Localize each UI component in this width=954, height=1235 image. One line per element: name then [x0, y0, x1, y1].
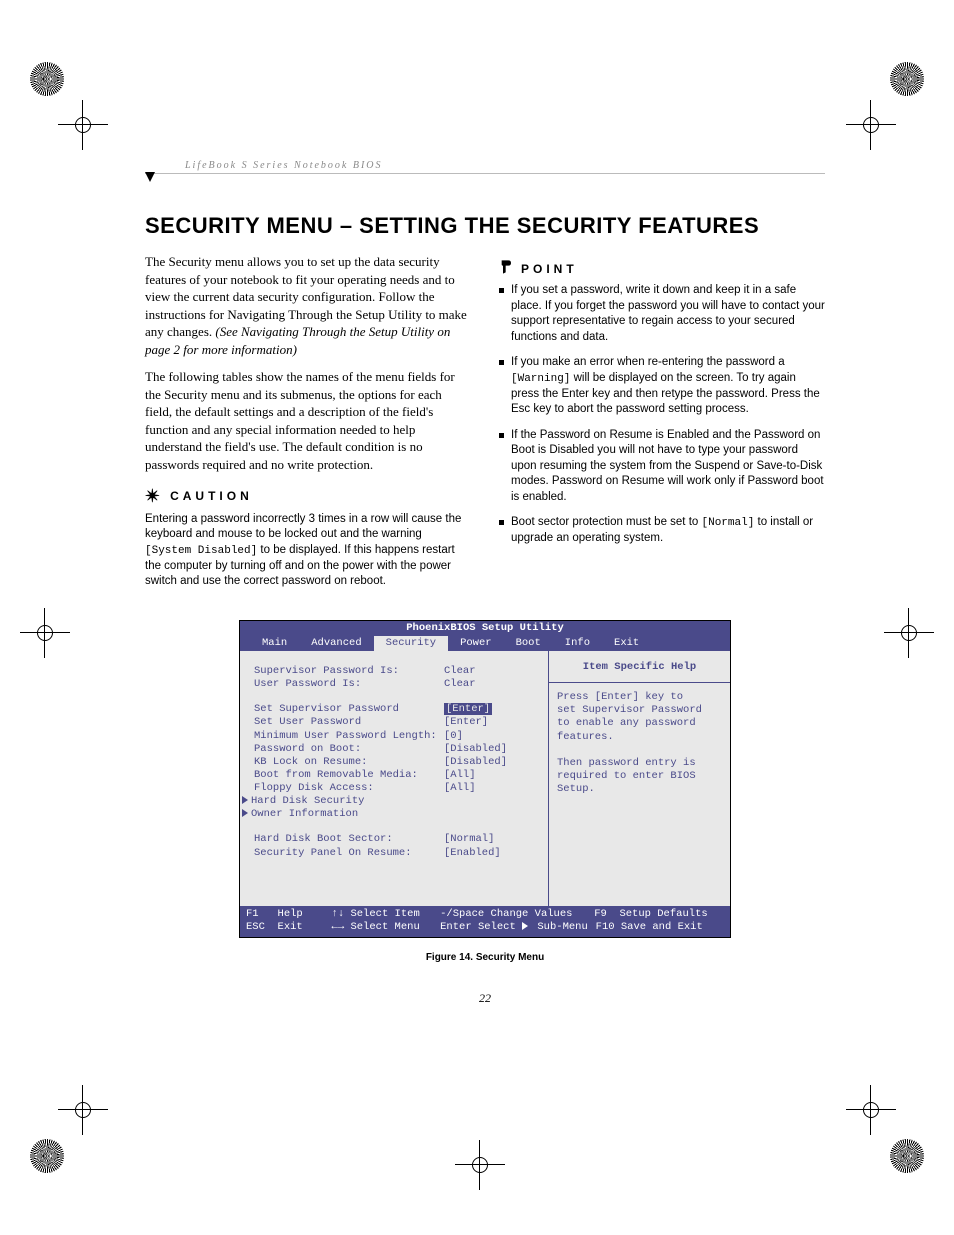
bios-tab-power[interactable]: Power: [448, 636, 504, 651]
figure-caption: Figure 14. Security Menu: [239, 952, 731, 963]
bios-help-body: Press [Enter] key toset Supervisor Passw…: [557, 691, 722, 796]
caution-label: CAUTION: [170, 488, 253, 504]
caution-heading: ✴ CAUTION: [145, 484, 471, 508]
bios-field-row[interactable]: Owner Information: [254, 808, 540, 821]
header-rule: [145, 173, 825, 183]
bios-field-value: [Enter]: [444, 716, 488, 729]
point-item: If the Password on Resume is Enabled and…: [499, 428, 825, 506]
bios-field-row[interactable]: Minimum User Password Length:[0]: [254, 730, 540, 743]
bios-title: PhoenixBIOS Setup Utility: [240, 621, 730, 636]
bios-field-row[interactable]: Password on Boot:[Disabled]: [254, 743, 540, 756]
bios-field-value: [Disabled]: [444, 743, 507, 756]
caution-text-pre: Entering a password incorrectly 3 times …: [145, 513, 461, 541]
bios-field-row[interactable]: Boot from Removable Media:[All]: [254, 769, 540, 782]
bios-field-label: KB Lock on Resume:: [254, 756, 444, 769]
point-heading: POINT: [499, 259, 825, 279]
triangle-right-icon: [522, 922, 528, 930]
bios-field-label: Boot from Removable Media:: [254, 769, 444, 782]
bios-screenshot: PhoenixBIOS Setup Utility Main Advanced …: [239, 620, 731, 939]
caution-code: [System Disabled]: [145, 545, 257, 557]
page-title: SECURITY MENU – SETTING THE SECURITY FEA…: [145, 213, 825, 239]
crop-mark: [884, 608, 934, 658]
bios-field-row[interactable]: User Password Is:Clear: [254, 678, 540, 691]
bios-field-value: [Enabled]: [444, 847, 501, 860]
bios-field-row[interactable]: Hard Disk Boot Sector:[Normal]: [254, 833, 540, 846]
bios-tab-info[interactable]: Info: [553, 636, 602, 651]
bios-field-value: Clear: [444, 665, 476, 678]
bios-field-label: Set User Password: [254, 716, 444, 729]
bios-field-value: [All]: [444, 782, 476, 795]
bios-help-panel: Item Specific Help Press [Enter] key tos…: [549, 651, 730, 906]
bios-field-label: Hard Disk Boot Sector:: [254, 833, 444, 846]
crop-mark: [846, 1085, 896, 1135]
point-item: If you make an error when re-entering th…: [499, 355, 825, 417]
running-header: LifeBook S Series Notebook BIOS: [185, 160, 825, 171]
point-icon: [499, 259, 515, 279]
bios-tab-exit[interactable]: Exit: [602, 636, 651, 651]
bios-field-row[interactable]: Security Panel On Resume:[Enabled]: [254, 847, 540, 860]
bios-field-row[interactable]: Supervisor Password Is:Clear: [254, 665, 540, 678]
print-mark: [890, 62, 924, 96]
bios-fields: Supervisor Password Is:ClearUser Passwor…: [240, 651, 549, 906]
bios-field-row[interactable]: Set Supervisor Password[Enter]: [254, 703, 540, 716]
crop-mark: [455, 1140, 505, 1190]
bios-tab-bar: Main Advanced Security Power Boot Info E…: [240, 636, 730, 651]
page-number: 22: [145, 991, 825, 1006]
triangle-right-icon: [242, 796, 248, 804]
caution-icon: ✴: [145, 484, 164, 508]
bios-field-value: [0]: [444, 730, 463, 743]
bios-footer: F1 Help ↑↓ Select Item -/Space Change Va…: [240, 906, 730, 937]
bios-help-title: Item Specific Help: [557, 661, 722, 674]
bios-tab-advanced[interactable]: Advanced: [299, 636, 373, 651]
print-mark: [30, 62, 64, 96]
bios-field-row[interactable]: KB Lock on Resume:[Disabled]: [254, 756, 540, 769]
bios-field-row[interactable]: Set User Password[Enter]: [254, 716, 540, 729]
bios-field-value: [All]: [444, 769, 476, 782]
point-label: POINT: [521, 261, 578, 277]
print-mark: [30, 1139, 64, 1173]
bios-field-label: Security Panel On Resume:: [254, 847, 444, 860]
bios-field-label: Supervisor Password Is:: [254, 665, 444, 678]
bios-tab-security[interactable]: Security: [374, 636, 448, 651]
print-mark: [890, 1139, 924, 1173]
bios-field-label: Minimum User Password Length:: [254, 730, 444, 743]
crop-mark: [846, 100, 896, 150]
intro-paragraph-2: The following tables show the names of t…: [145, 368, 471, 473]
bios-field-label: Set Supervisor Password: [254, 703, 444, 716]
bios-field-label: Owner Information: [242, 808, 432, 821]
bios-field-value: [Normal]: [444, 833, 494, 846]
bios-tab-main[interactable]: Main: [250, 636, 299, 651]
bios-field-value: [Disabled]: [444, 756, 507, 769]
crop-mark: [20, 608, 70, 658]
bios-key-esc: ESC: [246, 921, 278, 934]
point-item: If you set a password, write it down and…: [499, 283, 825, 345]
crop-mark: [58, 1085, 108, 1135]
bios-key-f1: F1: [246, 908, 278, 921]
caution-body: Entering a password incorrectly 3 times …: [145, 512, 471, 590]
point-item: Boot sector protection must be set to [N…: [499, 515, 825, 546]
bios-field-row[interactable]: Hard Disk Security: [254, 795, 540, 808]
bios-field-value: Clear: [444, 678, 476, 691]
bios-tab-boot[interactable]: Boot: [504, 636, 553, 651]
bios-field-label: Password on Boot:: [254, 743, 444, 756]
point-list: If you set a password, write it down and…: [499, 283, 825, 546]
bios-field-value: [Enter]: [444, 703, 492, 716]
intro-paragraph-1: The Security menu allows you to set up t…: [145, 253, 471, 358]
bios-field-label: User Password Is:: [254, 678, 444, 691]
triangle-right-icon: [242, 809, 248, 817]
bios-field-label: Hard Disk Security: [242, 795, 432, 808]
bios-field-label: Floppy Disk Access:: [254, 782, 444, 795]
crop-mark: [58, 100, 108, 150]
bios-field-row[interactable]: Floppy Disk Access:[All]: [254, 782, 540, 795]
